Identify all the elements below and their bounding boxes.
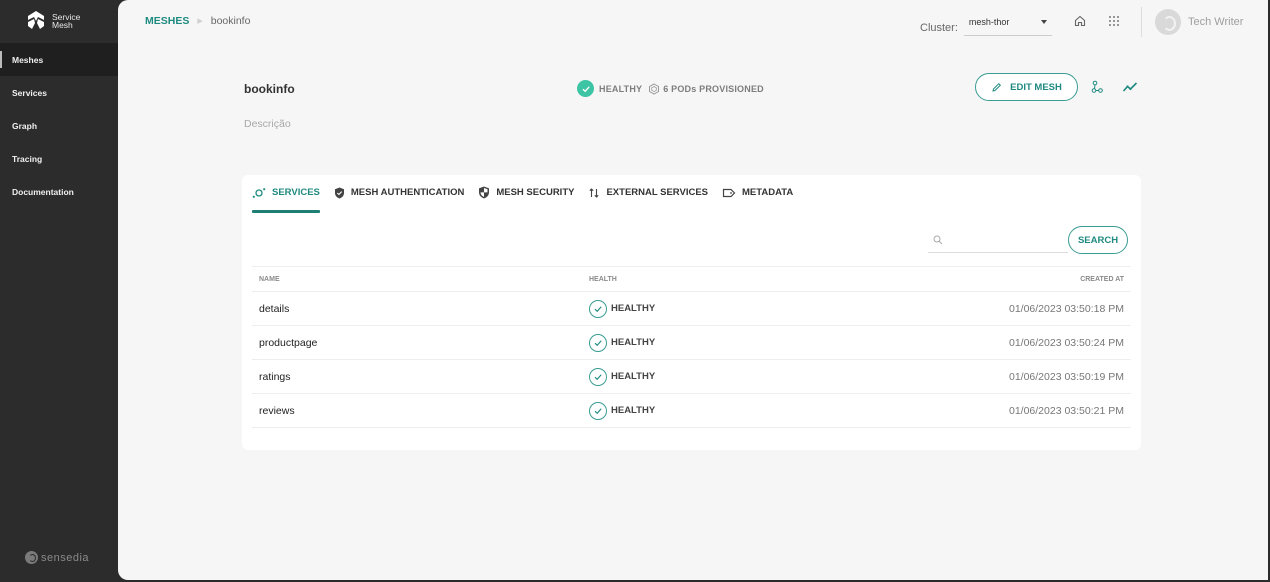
search-input[interactable] <box>948 230 1064 250</box>
cluster-dropdown-value: mesh-thor <box>968 17 1010 27</box>
check-circle-icon <box>577 80 594 97</box>
service-health-status: HEALTHY <box>611 337 656 348</box>
edit-mesh-button[interactable]: EDIT MESH <box>975 73 1078 101</box>
table-row[interactable]: reviews HEALTHY 01/06/2023 03:50:21 PM <box>252 393 1131 428</box>
tab-services-label: SERVICES <box>272 187 320 198</box>
service-mesh-logo-icon <box>28 11 44 29</box>
column-header-health[interactable]: HEALTH <box>582 266 832 292</box>
cluster-selector: Cluster: mesh-thor <box>920 14 1052 36</box>
table-header-row: NAME HEALTH CREATED AT <box>252 266 1131 292</box>
search-button[interactable]: SEARCH <box>1068 226 1128 254</box>
sensedia-logo: sensedia <box>25 551 89 564</box>
service-health-status: HEALTHY <box>611 303 656 314</box>
cluster-label: Cluster: <box>920 22 958 34</box>
logo-text-line2: Mesh <box>52 20 73 30</box>
service-health-status: HEALTHY <box>611 405 656 416</box>
table-row[interactable]: ratings HEALTHY 01/06/2023 03:50:19 PM <box>252 359 1131 394</box>
tab-mesh-authentication-label: MESH AUTHENTICATION <box>350 187 465 198</box>
service-mesh-logo[interactable]: Service Mesh <box>24 9 80 33</box>
topology-icon[interactable] <box>1089 79 1105 95</box>
sidebar-item-meshes[interactable]: Meshes <box>0 43 118 76</box>
check-circle-outline-icon <box>589 333 607 352</box>
tab-mesh-security-label: MESH SECURITY <box>496 187 575 198</box>
apps-grid-icon[interactable] <box>1106 13 1122 29</box>
tab-external-services-label: EXTERNAL SERVICES <box>606 187 709 198</box>
service-created-at: 01/06/2023 03:50:24 PM <box>832 325 1131 360</box>
tab-mesh-authentication[interactable]: MESH AUTHENTICATION <box>334 175 464 210</box>
breadcrumb-separator-icon: ▶ <box>197 18 203 25</box>
service-health-cell: HEALTHY <box>582 291 832 326</box>
pods-provisioned: 6 PODs PROVISIONED <box>663 83 764 94</box>
mesh-details-card: SERVICES MESH AUTHENTICATION MESH SECURI… <box>242 175 1141 450</box>
column-header-created-at[interactable]: CREATED AT <box>832 266 1131 292</box>
services-icon <box>252 187 266 198</box>
tab-services[interactable]: SERVICES <box>252 175 320 213</box>
mesh-description: Descrição <box>244 118 291 130</box>
service-health-cell: HEALTHY <box>582 359 832 394</box>
service-health-status: HEALTHY <box>611 371 656 382</box>
tab-metadata[interactable]: METADATA <box>722 175 793 210</box>
sidebar-nav: Meshes Services Graph Tracing Documentat… <box>0 43 118 208</box>
breadcrumb-current: bookinfo <box>210 15 251 27</box>
tab-mesh-security[interactable]: MESH SECURITY <box>478 175 574 210</box>
caret-down-icon <box>1040 20 1047 24</box>
sidebar-item-documentation[interactable]: Documentation <box>0 175 118 208</box>
check-circle-outline-icon <box>589 401 607 420</box>
cluster-dropdown[interactable]: mesh-thor <box>963 14 1052 36</box>
service-name[interactable]: details <box>252 291 582 326</box>
table-row[interactable]: details HEALTHY 01/06/2023 03:50:18 PM <box>252 291 1131 326</box>
pencil-icon <box>992 82 1002 92</box>
tab-external-services[interactable]: EXTERNAL SERVICES <box>588 175 708 210</box>
check-circle-outline-icon <box>589 299 607 318</box>
mesh-tabs: SERVICES MESH AUTHENTICATION MESH SECURI… <box>252 175 807 213</box>
search-field <box>928 228 1068 253</box>
sensedia-logo-icon <box>25 551 38 564</box>
topbar-divider <box>1141 7 1142 37</box>
table-row[interactable]: productpage HEALTHY 01/06/2023 03:50:24 … <box>252 325 1131 360</box>
check-circle-outline-icon <box>589 367 607 386</box>
main-content: MESHES ▶ bookinfo Cluster: mesh-thor Tec… <box>118 0 1268 580</box>
metrics-trend-icon[interactable] <box>1122 79 1138 95</box>
tab-metadata-label: METADATA <box>742 187 794 198</box>
sidebar-item-tracing[interactable]: Tracing <box>0 142 118 175</box>
home-icon[interactable] <box>1072 13 1088 29</box>
sidebar: Service Mesh Meshes Services Graph Traci… <box>0 0 118 582</box>
service-created-at: 01/06/2023 03:50:21 PM <box>832 393 1131 428</box>
sensedia-brand-text: sensedia <box>41 551 90 564</box>
search-icon <box>933 235 943 245</box>
mesh-title: bookinfo <box>244 82 295 96</box>
breadcrumb: MESHES ▶ bookinfo <box>145 15 250 27</box>
swap-vertical-icon <box>589 187 600 198</box>
mesh-status: HEALTHY 6 PODs PROVISIONED <box>577 80 764 97</box>
user-avatar <box>1155 9 1181 35</box>
service-created-at: 01/06/2023 03:50:19 PM <box>832 359 1131 394</box>
user-name: Tech Writer <box>1188 16 1244 28</box>
shield-half-icon <box>479 186 490 199</box>
column-header-name[interactable]: NAME <box>252 266 582 292</box>
mesh-health-status: HEALTHY <box>599 83 643 94</box>
service-name[interactable]: reviews <box>252 393 582 428</box>
service-created-at: 01/06/2023 03:50:18 PM <box>832 291 1131 326</box>
service-health-cell: HEALTHY <box>582 393 832 428</box>
shield-check-icon <box>334 187 344 198</box>
service-name[interactable]: ratings <box>252 359 582 394</box>
service-name[interactable]: productpage <box>252 325 582 360</box>
sidebar-item-graph[interactable]: Graph <box>0 109 118 142</box>
sidebar-item-services[interactable]: Services <box>0 76 118 109</box>
edit-mesh-label: EDIT MESH <box>1010 81 1062 93</box>
label-icon <box>722 188 736 197</box>
pod-cube-icon <box>649 82 660 95</box>
services-table: NAME HEALTH CREATED AT details HEALTHY 0… <box>252 266 1131 428</box>
user-menu[interactable]: Tech Writer <box>1155 9 1243 35</box>
breadcrumb-meshes-link[interactable]: MESHES <box>145 15 189 27</box>
service-health-cell: HEALTHY <box>582 325 832 360</box>
